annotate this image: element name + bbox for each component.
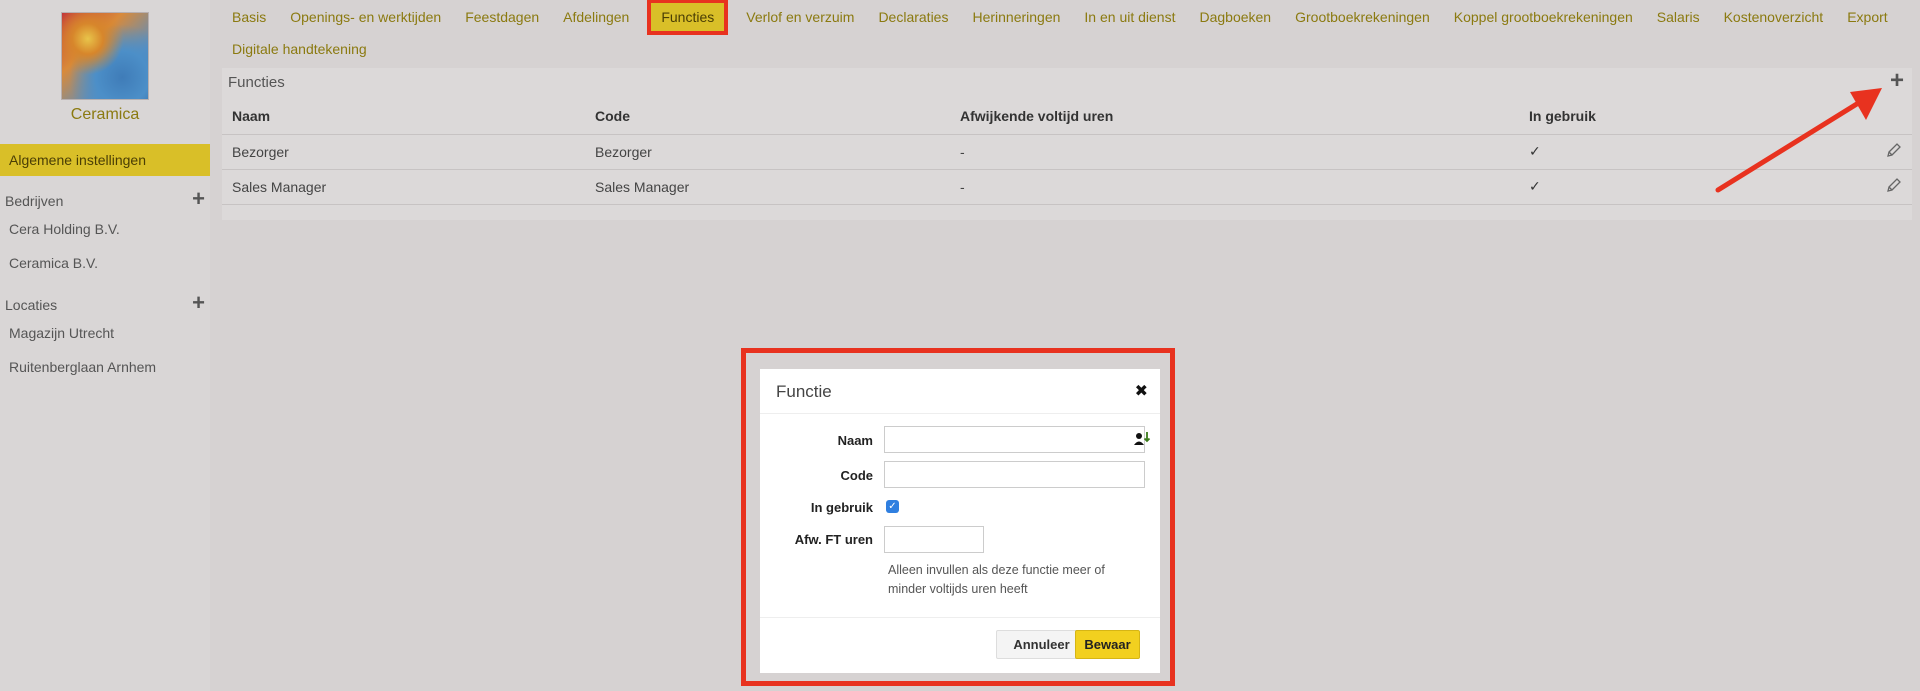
companies-header-label: Bedrijven	[5, 193, 64, 209]
sidebar-item-company[interactable]: Ceramica B.V.	[0, 246, 210, 280]
cancel-button[interactable]: Annuleer	[996, 630, 1087, 659]
cell-afwijkende-uren: -	[950, 134, 1519, 170]
form-row-afw-ft-uren: Afw. FT uren	[760, 526, 1160, 561]
sidebar: Ceramica Algemene instellingen Bedrijven…	[0, 0, 210, 691]
form-row-hint: Alleen invullen als deze functie meer of…	[760, 561, 1160, 605]
tab-salaris[interactable]: Salaris	[1645, 0, 1712, 32]
functie-form: Naam Code In gebruik ✓ Afw. FT uren Alle…	[760, 414, 1160, 605]
form-row-naam: Naam	[760, 426, 1160, 461]
column-header-code[interactable]: Code	[585, 98, 950, 135]
naam-field[interactable]	[884, 426, 1145, 453]
company-logo	[61, 12, 149, 100]
tab-basis[interactable]: Basis	[224, 0, 278, 32]
cell-afwijkende-uren: -	[950, 169, 1519, 205]
functies-panel: Functies + Naam Code Afwijkende voltijd …	[222, 67, 1912, 220]
app-root: Ceramica Algemene instellingen Bedrijven…	[0, 0, 1920, 691]
cell-naam: Sales Manager	[222, 169, 585, 205]
locations-section-header: Locaties +	[0, 292, 210, 316]
tab-verlof-en-verzuim[interactable]: Verlof en verzuim	[734, 0, 866, 32]
tab-dagboeken[interactable]: Dagboeken	[1187, 0, 1283, 32]
table-row[interactable]: Bezorger Bezorger - ✓	[222, 134, 1912, 170]
annotation-arrow-icon	[1715, 88, 1882, 193]
code-label: Code	[840, 468, 874, 483]
in-gebruik-label: In gebruik	[810, 500, 873, 515]
person-icon[interactable]	[1133, 430, 1151, 451]
form-row-code: Code	[760, 461, 1160, 496]
tab-herinneringen[interactable]: Herinneringen	[960, 0, 1072, 32]
afw-ft-uren-hint: Alleen invullen als deze functie meer of…	[888, 563, 1105, 596]
settings-tabs: Basis Openings- en werktijden Feestdagen…	[224, 0, 1914, 64]
tab-export[interactable]: Export	[1835, 0, 1899, 32]
tab-koppel-grootboekrekeningen[interactable]: Koppel grootboekrekeningen	[1442, 0, 1645, 32]
sidebar-item-location[interactable]: Magazijn Utrecht	[0, 316, 210, 350]
functie-dialog: Functie ✖ Naam Code In gebruik ✓ Afw. FT…	[760, 369, 1160, 673]
functies-table: Naam Code Afwijkende voltijd uren In geb…	[222, 98, 1912, 205]
in-gebruik-checkbox[interactable]: ✓	[886, 500, 899, 513]
tab-kostenoverzicht[interactable]: Kostenoverzicht	[1712, 0, 1836, 32]
form-row-in-gebruik: In gebruik ✓	[760, 496, 1160, 526]
tab-digitale-handtekening[interactable]: Digitale handtekening	[224, 32, 379, 64]
panel-title: Functies	[228, 74, 285, 91]
companies-section-header: Bedrijven +	[0, 188, 210, 212]
sidebar-item-location[interactable]: Ruitenberglaan Arnhem	[0, 350, 210, 384]
table-header-row: Naam Code Afwijkende voltijd uren In geb…	[222, 98, 1912, 135]
cell-code: Sales Manager	[585, 169, 950, 205]
table-row[interactable]: Sales Manager Sales Manager - ✓	[222, 169, 1912, 205]
tab-in-en-uit-dienst[interactable]: In en uit dienst	[1072, 0, 1187, 32]
company-name[interactable]: Ceramica	[0, 106, 210, 124]
tab-feestdagen[interactable]: Feestdagen	[453, 0, 551, 32]
code-field[interactable]	[884, 461, 1145, 488]
tab-afdelingen[interactable]: Afdelingen	[551, 0, 641, 32]
tab-functies[interactable]: Functies	[647, 0, 729, 35]
afw-ft-uren-label: Afw. FT uren	[794, 532, 873, 547]
sidebar-item-algemene-instellingen[interactable]: Algemene instellingen	[0, 144, 210, 176]
logo-area: Ceramica	[0, 0, 210, 124]
column-header-afwijkende-voltijd-uren[interactable]: Afwijkende voltijd uren	[950, 98, 1519, 135]
dialog-header: Functie ✖	[760, 369, 1160, 414]
column-header-naam[interactable]: Naam	[222, 98, 585, 135]
tab-grootboekrekeningen[interactable]: Grootboekrekeningen	[1283, 0, 1442, 32]
close-icon[interactable]: ✖	[1135, 369, 1148, 414]
panel-header: Functies +	[222, 67, 1912, 98]
add-company-plus-icon[interactable]: +	[192, 188, 205, 210]
dialog-footer: Annuleer Bewaar	[760, 617, 1160, 673]
naam-label: Naam	[837, 433, 873, 448]
cell-naam: Bezorger	[222, 134, 585, 170]
check-icon: ✓	[1529, 143, 1541, 159]
afw-ft-uren-field[interactable]	[884, 526, 984, 553]
tab-openings-en-werktijden[interactable]: Openings- en werktijden	[278, 0, 453, 32]
cell-code: Bezorger	[585, 134, 950, 170]
save-button[interactable]: Bewaar	[1075, 630, 1140, 659]
tab-declaraties[interactable]: Declaraties	[866, 0, 960, 32]
locations-header-label: Locaties	[5, 297, 58, 313]
sidebar-item-company[interactable]: Cera Holding B.V.	[0, 212, 210, 246]
dialog-title: Functie	[776, 382, 832, 401]
check-icon: ✓	[1529, 178, 1541, 194]
add-location-plus-icon[interactable]: +	[192, 292, 205, 314]
